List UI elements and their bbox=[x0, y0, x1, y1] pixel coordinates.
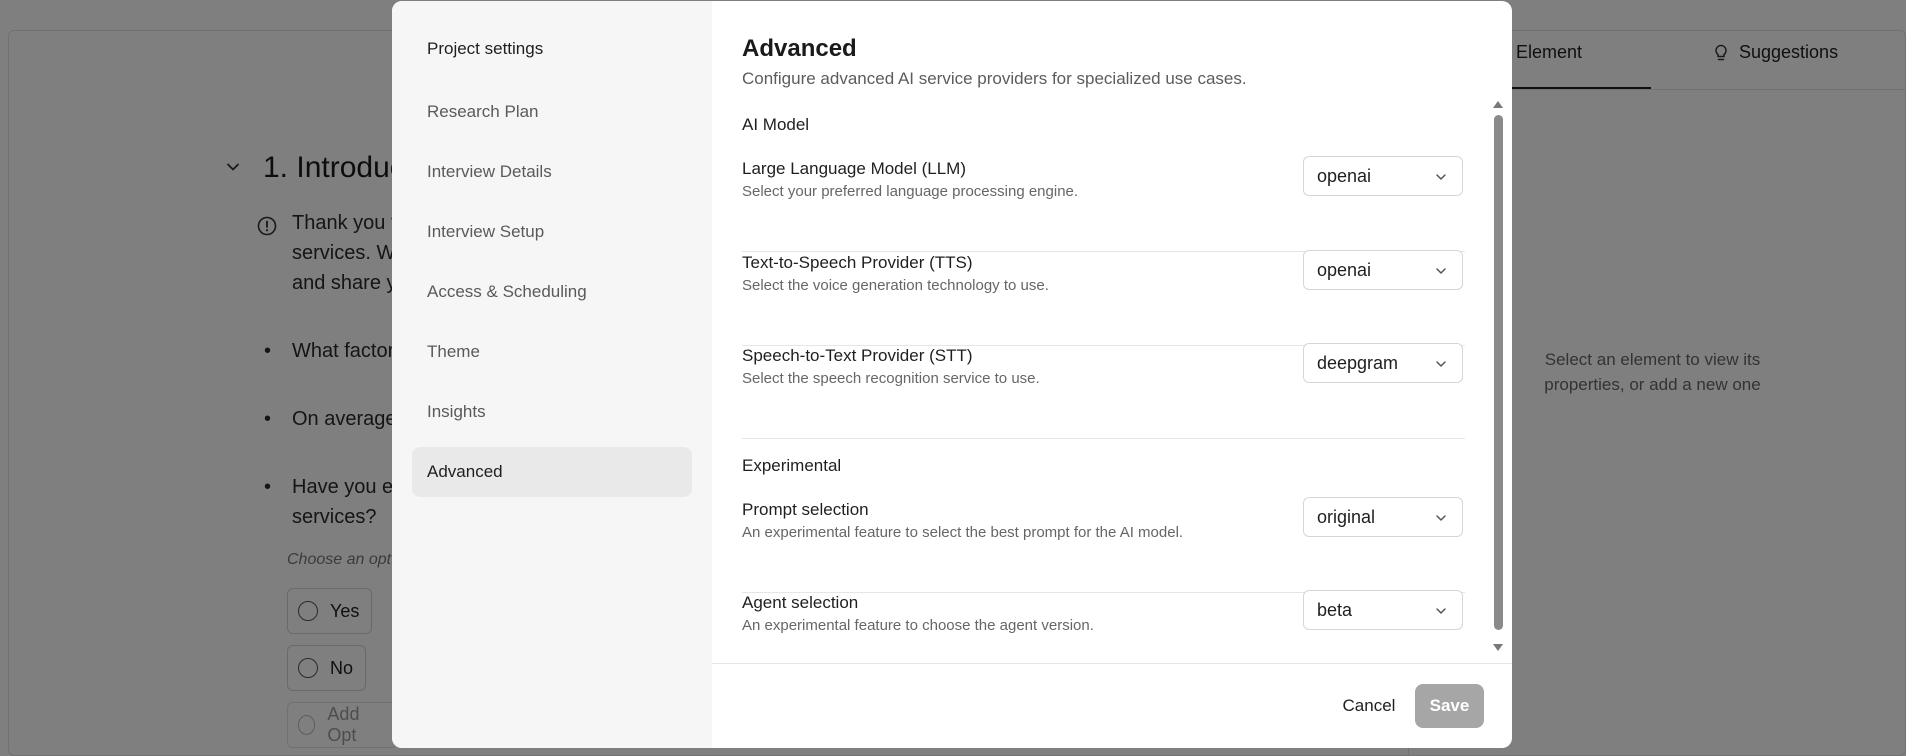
sidebar-item-research-plan[interactable]: Research Plan bbox=[412, 87, 692, 137]
select-value: deepgram bbox=[1317, 352, 1399, 373]
sidebar-item-interview-details[interactable]: Interview Details bbox=[412, 147, 692, 197]
scroll-up-icon[interactable] bbox=[1492, 99, 1504, 109]
setting-description: An experimental feature to select the be… bbox=[742, 524, 1184, 541]
select-value: original bbox=[1317, 506, 1376, 527]
agent-select[interactable]: beta bbox=[1303, 590, 1463, 630]
setting-tts: Text-to-Speech Provider (TTS) Select the… bbox=[742, 250, 1465, 346]
sidebar-item-access-scheduling[interactable]: Access & Scheduling bbox=[412, 267, 692, 317]
modal-footer: Cancel Save bbox=[712, 663, 1512, 748]
chevron-down-icon bbox=[1436, 268, 1446, 274]
setting-label: Prompt selection bbox=[742, 500, 869, 519]
setting-description: An experimental feature to choose the ag… bbox=[742, 617, 1094, 634]
section-label-experimental: Experimental bbox=[742, 456, 842, 475]
stt-select[interactable]: deepgram bbox=[1303, 343, 1463, 383]
section-label-ai-model: AI Model bbox=[742, 115, 810, 134]
setting-label: Large Language Model (LLM) bbox=[742, 159, 966, 178]
save-button[interactable]: Save bbox=[1415, 684, 1484, 728]
chevron-down-icon bbox=[1436, 174, 1446, 180]
select-value: openai bbox=[1317, 165, 1372, 186]
settings-content: Advanced Configure advanced AI service p… bbox=[712, 1, 1512, 748]
chevron-down-icon bbox=[1436, 515, 1446, 521]
scroll-thumb[interactable] bbox=[1494, 115, 1503, 630]
prompt-select[interactable]: original bbox=[1303, 497, 1463, 537]
setting-description: Select the voice generation technology t… bbox=[742, 277, 1049, 294]
setting-label: Text-to-Speech Provider (TTS) bbox=[742, 253, 973, 272]
page-title: Advanced bbox=[742, 35, 857, 62]
chevron-down-icon bbox=[1436, 361, 1446, 367]
cancel-button[interactable]: Cancel bbox=[1327, 684, 1411, 728]
setting-label: Agent selection bbox=[742, 593, 859, 612]
select-value: beta bbox=[1317, 599, 1353, 620]
sidebar-item-interview-setup[interactable]: Interview Setup bbox=[412, 207, 692, 257]
settings-modal: Project settings Research Plan Interview… bbox=[392, 1, 1512, 748]
sidebar-item-insights[interactable]: Insights bbox=[412, 387, 692, 437]
tts-select[interactable]: openai bbox=[1303, 250, 1463, 290]
setting-description: Select the speech recognition service to… bbox=[742, 370, 1040, 387]
chevron-down-icon bbox=[1436, 608, 1446, 614]
scroll-down-icon[interactable] bbox=[1492, 643, 1504, 653]
setting-label: Speech-to-Text Provider (STT) bbox=[742, 346, 973, 365]
setting-llm: Large Language Model (LLM) Select your p… bbox=[742, 156, 1465, 252]
sidebar-item-theme[interactable]: Theme bbox=[412, 327, 692, 377]
page-subtitle: Configure advanced AI service providers … bbox=[742, 69, 1247, 88]
llm-select[interactable]: openai bbox=[1303, 156, 1463, 196]
sidebar-item-project-settings[interactable]: Project settings bbox=[412, 24, 692, 74]
select-value: openai bbox=[1317, 259, 1372, 280]
setting-prompt-selection: Prompt selection An experimental feature… bbox=[742, 497, 1465, 593]
sidebar-item-advanced[interactable]: Advanced bbox=[412, 447, 692, 497]
settings-sidebar: Project settings Research Plan Interview… bbox=[392, 1, 712, 748]
scrollbar[interactable] bbox=[1492, 99, 1504, 659]
setting-description: Select your preferred language processin… bbox=[742, 183, 1079, 200]
setting-stt: Speech-to-Text Provider (STT) Select the… bbox=[742, 343, 1465, 439]
